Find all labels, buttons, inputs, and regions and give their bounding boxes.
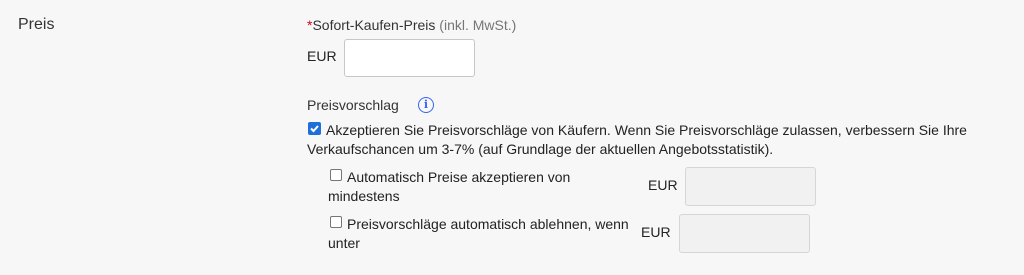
buy-now-price-input[interactable] <box>344 39 475 77</box>
auto-decline-input[interactable] <box>679 214 810 253</box>
best-offer-title: Preisvorschlag <box>307 97 399 113</box>
info-icon[interactable]: i <box>418 97 434 113</box>
accept-offers-label: Akzeptieren Sie Preisvorschläge von Käuf… <box>307 122 967 157</box>
section-label: Preis <box>18 16 55 33</box>
auto-decline-currency: EUR <box>641 224 671 240</box>
auto-accept-label: Automatisch Preise akzeptieren von minde… <box>328 169 571 204</box>
buy-now-price-label: *Sofort-Kaufen-Preis (inkl. MwSt.) <box>307 17 516 33</box>
auto-accept-input[interactable] <box>685 167 816 206</box>
auto-accept-currency: EUR <box>648 177 678 193</box>
buy-now-label-text: Sofort-Kaufen-Preis <box>312 17 436 33</box>
buy-now-sublabel: (inkl. MwSt.) <box>439 17 517 33</box>
buy-now-currency: EUR <box>307 48 337 64</box>
auto-decline-label: Preisvorschläge automatisch ablehnen, we… <box>328 216 629 251</box>
